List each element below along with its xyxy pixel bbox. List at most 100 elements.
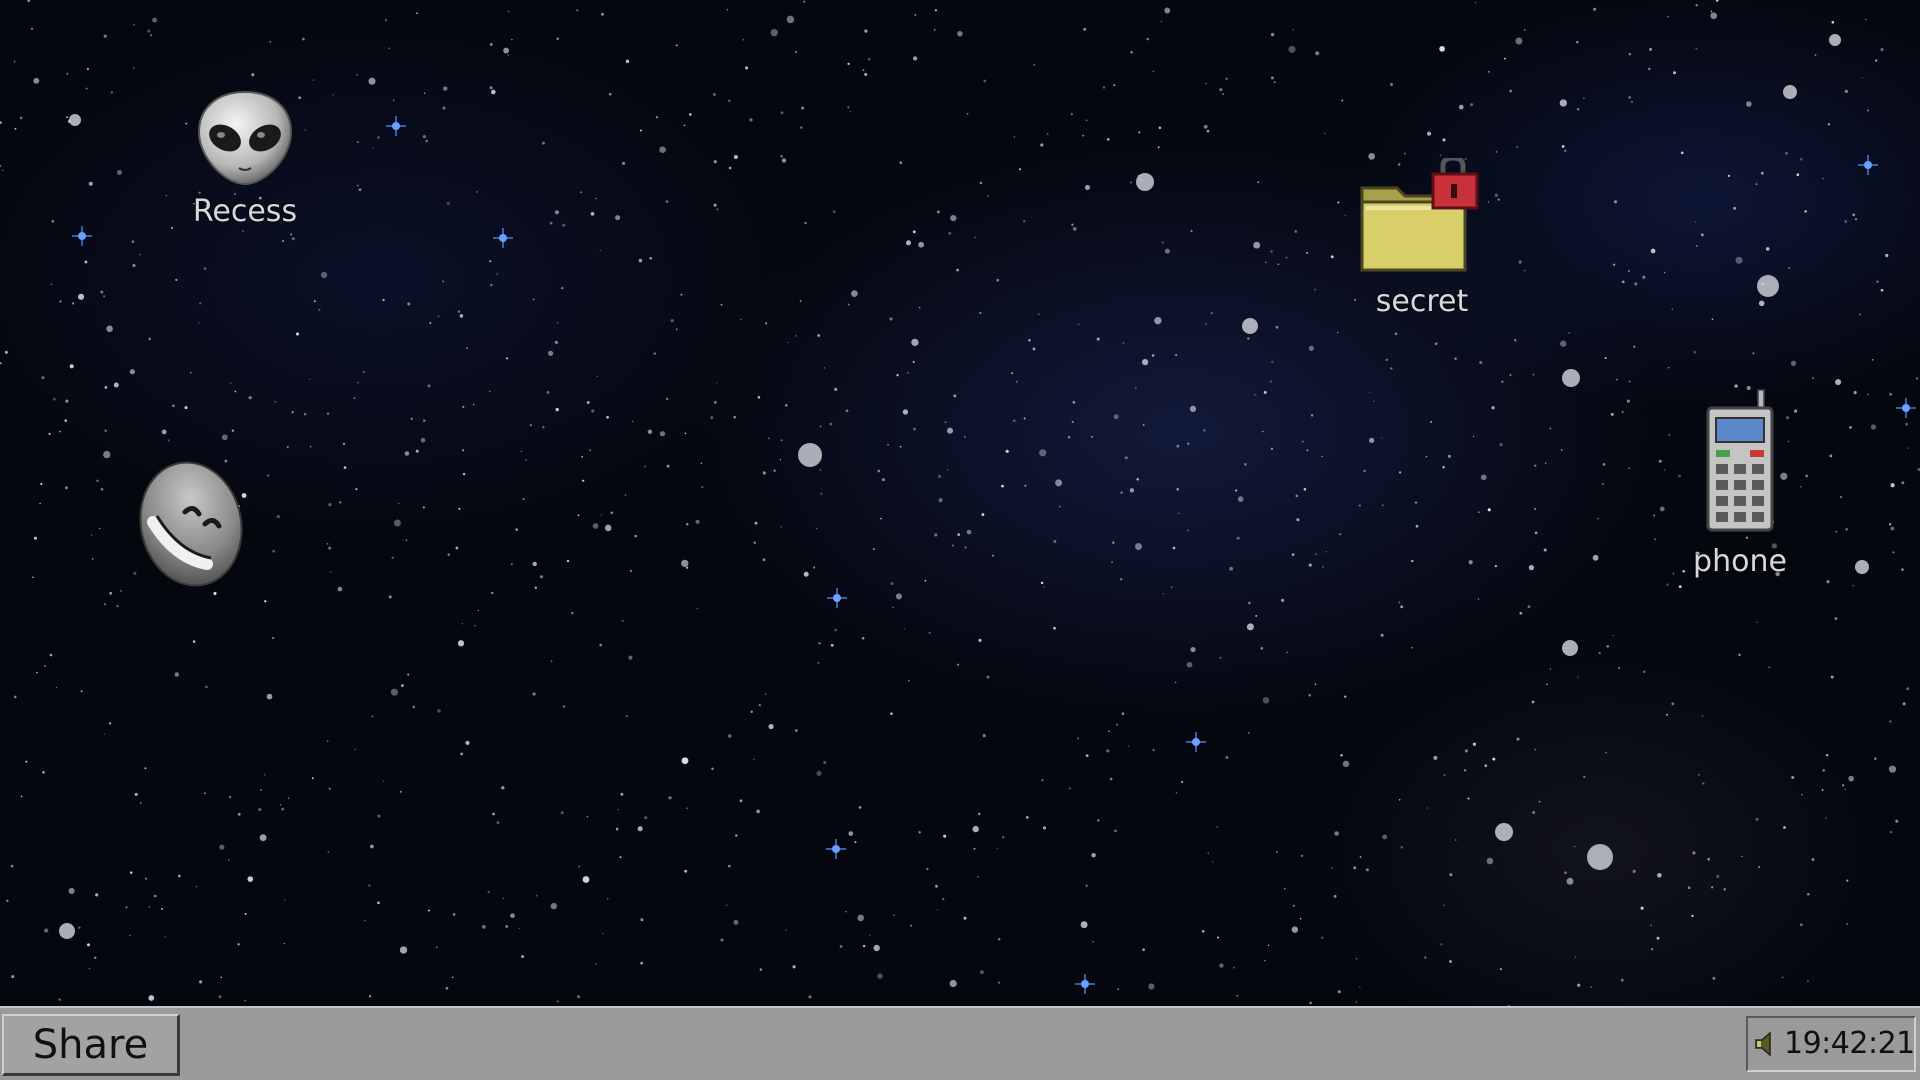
star bbox=[1043, 586, 1046, 588]
star bbox=[780, 439, 783, 442]
star bbox=[1424, 956, 1427, 959]
star bbox=[103, 733, 106, 735]
star bbox=[283, 942, 286, 945]
star bbox=[0, 164, 2, 168]
star bbox=[1821, 789, 1824, 791]
star bbox=[520, 450, 523, 453]
star bbox=[392, 99, 395, 102]
star bbox=[4, 350, 8, 354]
star bbox=[13, 60, 16, 63]
star bbox=[11, 975, 15, 979]
star bbox=[109, 591, 113, 595]
star bbox=[49, 653, 53, 657]
star bbox=[52, 397, 56, 401]
star bbox=[1671, 308, 1674, 310]
star bbox=[933, 29, 936, 31]
desktop-icon-recess[interactable]: Recess bbox=[175, 88, 315, 229]
star bbox=[1315, 51, 1320, 56]
star bbox=[1253, 241, 1261, 249]
star bbox=[1479, 360, 1483, 365]
star bbox=[1656, 936, 1660, 940]
star bbox=[1276, 851, 1278, 853]
star bbox=[290, 233, 293, 236]
star bbox=[977, 876, 979, 878]
star bbox=[525, 459, 527, 461]
star bbox=[1085, 884, 1088, 887]
star bbox=[103, 295, 106, 298]
desktop-icon-satellite-dish[interactable] bbox=[130, 460, 250, 596]
star bbox=[1136, 173, 1154, 191]
star bbox=[491, 591, 494, 595]
star bbox=[85, 87, 88, 90]
star bbox=[78, 926, 81, 929]
star bbox=[1861, 77, 1864, 79]
star bbox=[1746, 101, 1752, 107]
star bbox=[1678, 585, 1682, 589]
star bbox=[924, 579, 927, 582]
star bbox=[1859, 313, 1862, 316]
star bbox=[1628, 52, 1632, 56]
star bbox=[1663, 271, 1666, 274]
star bbox=[490, 89, 496, 95]
star bbox=[1097, 819, 1100, 822]
star bbox=[1331, 867, 1333, 869]
star bbox=[1654, 538, 1657, 541]
star bbox=[106, 325, 113, 333]
star bbox=[829, 422, 833, 426]
star bbox=[1885, 253, 1889, 258]
star bbox=[0, 362, 2, 365]
star bbox=[1146, 37, 1149, 41]
desktop-icon-phone[interactable]: phone bbox=[1670, 388, 1810, 579]
star bbox=[688, 113, 692, 116]
star bbox=[1344, 214, 1346, 217]
star bbox=[65, 486, 68, 490]
star bbox=[577, 514, 580, 517]
star bbox=[460, 752, 464, 756]
desktop-icon-secret[interactable]: secret bbox=[1352, 155, 1492, 319]
star bbox=[1217, 936, 1220, 939]
star bbox=[1532, 373, 1535, 376]
star bbox=[892, 606, 894, 609]
star bbox=[125, 906, 128, 909]
star bbox=[957, 30, 963, 37]
star bbox=[1151, 354, 1155, 357]
star bbox=[621, 620, 624, 622]
share-start-button[interactable]: Share bbox=[2, 1014, 180, 1076]
star bbox=[1120, 578, 1123, 581]
star bbox=[1649, 47, 1653, 51]
star bbox=[610, 511, 613, 514]
star bbox=[355, 487, 358, 491]
star bbox=[1427, 131, 1432, 136]
desktop[interactable]: Recess secret phone bbox=[0, 0, 1920, 1006]
star bbox=[1657, 873, 1662, 878]
star bbox=[912, 230, 916, 234]
star bbox=[1568, 332, 1570, 334]
star bbox=[1621, 280, 1625, 284]
star bbox=[756, 809, 760, 814]
star bbox=[834, 628, 838, 632]
star bbox=[745, 66, 749, 70]
star bbox=[1080, 921, 1088, 929]
star bbox=[979, 312, 982, 314]
star bbox=[907, 372, 909, 374]
star bbox=[1902, 702, 1906, 706]
star bbox=[1735, 256, 1743, 264]
star bbox=[1597, 517, 1599, 520]
star bbox=[701, 486, 704, 489]
star bbox=[1281, 598, 1285, 602]
star bbox=[1394, 332, 1398, 336]
star bbox=[1296, 518, 1300, 522]
star bbox=[1633, 345, 1636, 348]
satellite-dish-icon bbox=[135, 460, 245, 590]
star bbox=[1758, 866, 1761, 868]
star bbox=[1082, 134, 1085, 137]
star bbox=[823, 761, 827, 764]
star bbox=[1425, 455, 1428, 458]
star bbox=[1032, 347, 1036, 351]
speaker-icon[interactable] bbox=[1754, 1030, 1778, 1058]
star bbox=[65, 399, 69, 403]
star bbox=[1621, 410, 1624, 414]
star bbox=[1053, 540, 1057, 543]
star bbox=[1310, 414, 1314, 417]
star bbox=[742, 39, 745, 41]
